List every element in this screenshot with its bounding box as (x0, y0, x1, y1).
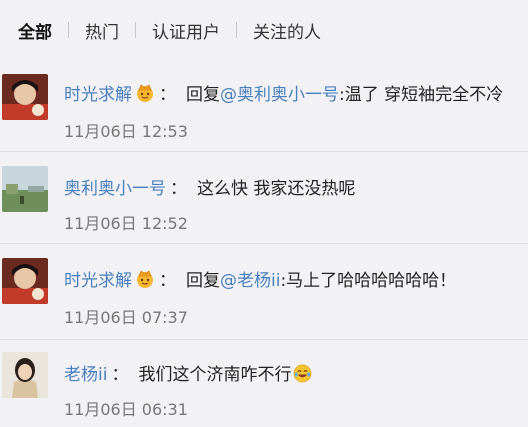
timestamp: 11月06日 12:53 (64, 122, 188, 141)
colon: ： (159, 271, 176, 291)
username[interactable]: 时光求解 (64, 85, 132, 105)
tab-verified-users[interactable]: 认证用户 (152, 18, 220, 43)
username[interactable]: 时光求解 (64, 271, 132, 291)
crown-emoji-icon (135, 83, 155, 108)
comment-line: 时光求解 ： 回复@老杨ii:马上了哈哈哈哈哈哈！ (64, 266, 456, 294)
tab-divider (68, 22, 69, 38)
timestamp: 11月06日 06:31 (64, 400, 188, 419)
laughing-tears-emoji-icon (293, 364, 312, 388)
comment-text: :温了 穿短袖完全不冷 (339, 85, 504, 105)
mention-link[interactable]: @老杨ii (220, 271, 280, 291)
username[interactable]: 奥利奥小一号 (64, 179, 166, 199)
timestamp: 11月06日 07:37 (64, 308, 188, 327)
avatar[interactable] (2, 166, 48, 212)
comment-text: :马上了哈哈哈哈哈哈！ (280, 271, 457, 291)
comment-text: 这么快 我家还没热呢 (197, 179, 356, 199)
avatar[interactable] (2, 74, 48, 120)
reply-prefix: 回复 (186, 85, 220, 105)
comment-line: 老杨ii： 我们这个济南咋不行 (64, 360, 312, 388)
tab-hot[interactable]: 热门 (85, 18, 119, 43)
colon: ： (111, 365, 129, 385)
crown-emoji-icon (135, 269, 155, 294)
comment-line: 时光求解 ： 回复@奥利奥小一号:温了 穿短袖完全不冷 (64, 80, 503, 108)
username[interactable]: 老杨ii (64, 365, 107, 385)
mention-link[interactable]: @奥利奥小一号 (220, 85, 339, 105)
tab-divider (135, 22, 136, 38)
tab-following[interactable]: 关注的人 (253, 18, 321, 43)
timestamp: 11月06日 12:52 (64, 214, 188, 233)
tab-divider (236, 22, 237, 38)
comment-item: 奥利奥小一号： 这么快 我家还没热呢 11月06日 12:52 (0, 152, 528, 244)
comment-text: 我们这个济南咋不行 (138, 365, 292, 385)
reply-prefix: 回复 (186, 271, 220, 291)
comment-item: 时光求解 ： 回复@奥利奥小一号:温了 穿短袖完全不冷 11月06日 12:53 (0, 60, 528, 152)
avatar[interactable] (2, 352, 48, 398)
comment-filter-tabs: 全部 热门 认证用户 关注的人 (0, 0, 528, 60)
colon: ： (170, 179, 187, 199)
avatar[interactable] (2, 258, 48, 304)
comment-line: 奥利奥小一号： 这么快 我家还没热呢 (64, 174, 355, 199)
tab-all[interactable]: 全部 (18, 18, 52, 43)
colon: ： (159, 85, 176, 105)
comment-item: 时光求解 ： 回复@老杨ii:马上了哈哈哈哈哈哈！ 11月06日 07:37 (0, 244, 528, 340)
comment-item: 老杨ii： 我们这个济南咋不行 11月06日 06:31 (0, 340, 528, 427)
